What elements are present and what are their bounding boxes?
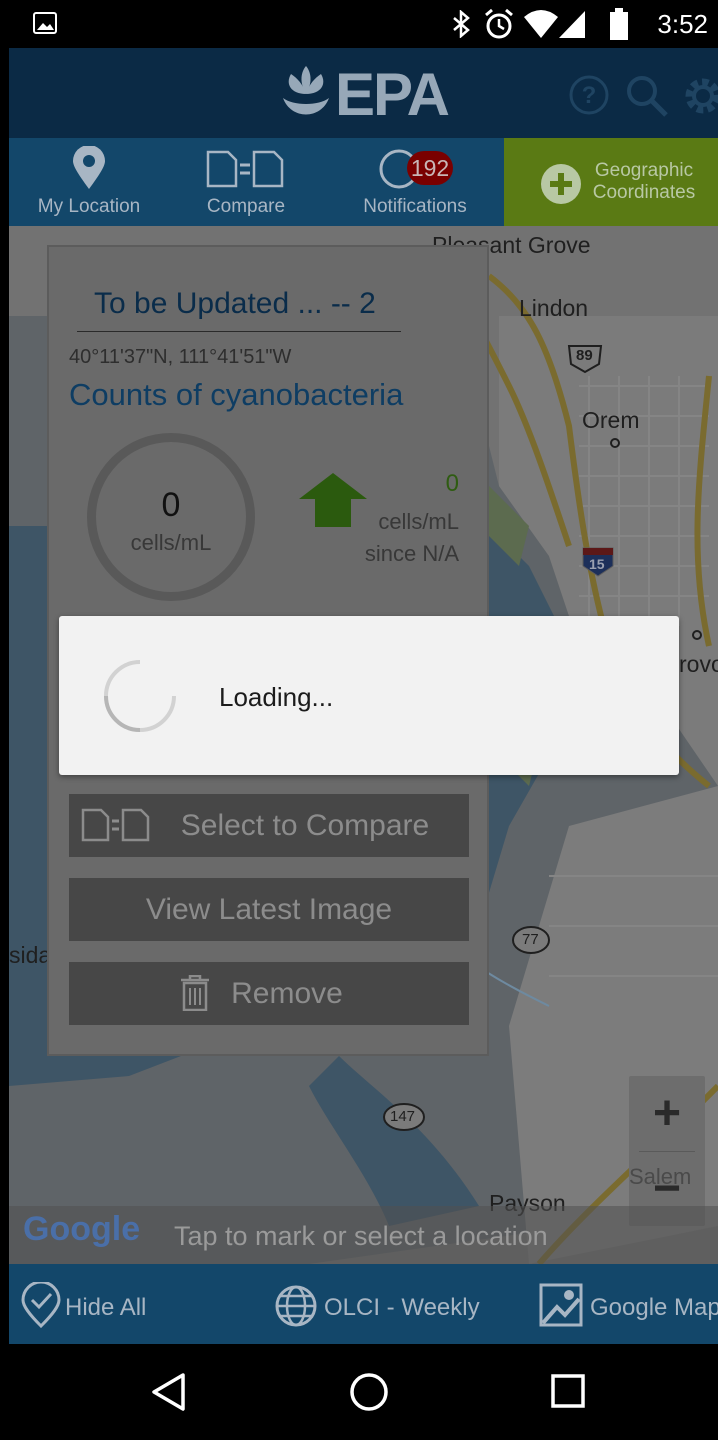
recents-icon[interactable] bbox=[551, 1374, 587, 1410]
tab-my-location[interactable]: My Location bbox=[24, 138, 154, 226]
shield-label-147: 147 bbox=[390, 1108, 416, 1125]
status-bar: 3:52 bbox=[9, 0, 718, 48]
loading-spinner-icon bbox=[104, 659, 177, 732]
map-label-salem: Salem bbox=[629, 1164, 692, 1189]
app-header: EPA ? bbox=[9, 48, 718, 138]
svg-text:?: ? bbox=[582, 82, 597, 109]
layer-label: OLCI - Weekly bbox=[324, 1294, 480, 1321]
back-icon[interactable] bbox=[150, 1372, 186, 1412]
view-latest-image-button[interactable]: View Latest Image bbox=[69, 878, 469, 941]
app-screen: 3:52 EPA ? My Location Compare 192 Notif… bbox=[9, 0, 718, 1440]
notification-badge: 192 bbox=[407, 151, 453, 185]
map-hint-text: Tap to mark or select a location bbox=[174, 1221, 548, 1251]
alarm-icon bbox=[485, 8, 513, 39]
zoom-controls: + − Salem bbox=[629, 1076, 705, 1226]
google-logo: Google bbox=[23, 1210, 141, 1248]
change-unit: cells/mL bbox=[378, 509, 459, 534]
compare-icon bbox=[206, 150, 284, 188]
location-title: To be Updated ... -- 2 bbox=[94, 287, 376, 320]
remove-button[interactable]: Remove bbox=[69, 962, 469, 1025]
shield-label-77: 77 bbox=[522, 931, 539, 948]
tab-compare[interactable]: Compare bbox=[191, 138, 301, 226]
system-nav-bar bbox=[9, 1344, 718, 1440]
tab-bar: My Location Compare 192 Notifications Ge… bbox=[9, 138, 718, 226]
epa-logo: EPA bbox=[277, 61, 467, 128]
compare-icon bbox=[81, 808, 150, 842]
help-icon[interactable]: ? bbox=[569, 75, 609, 115]
location-pin-icon bbox=[73, 146, 105, 189]
check-pin-icon bbox=[21, 1282, 61, 1328]
count-value: 0 bbox=[161, 486, 181, 524]
plus-circle-icon bbox=[541, 164, 581, 204]
button-label: View Latest Image bbox=[145, 893, 393, 926]
hide-all-button[interactable]: Hide All bbox=[19, 1280, 169, 1330]
map-hint-bar: Google Tap to mark or select a location bbox=[9, 1206, 718, 1264]
wifi-icon bbox=[524, 10, 558, 38]
search-icon[interactable] bbox=[626, 75, 668, 117]
trend-up-arrow-icon bbox=[299, 473, 367, 527]
map-label-orem: Orem bbox=[582, 407, 640, 433]
tab-notifications[interactable]: 192 Notifications bbox=[350, 138, 480, 226]
home-icon[interactable] bbox=[349, 1372, 389, 1412]
map-label-lakeside: sida bbox=[9, 942, 52, 968]
change-value: 0 bbox=[445, 470, 459, 497]
button-label: Remove bbox=[231, 977, 343, 1010]
loading-dialog: Loading... bbox=[59, 616, 679, 775]
map-image-icon bbox=[539, 1283, 583, 1327]
map-type-label: Google Map bbox=[590, 1294, 718, 1321]
map-type-button[interactable]: Google Map bbox=[539, 1280, 718, 1330]
bluetooth-icon bbox=[453, 10, 470, 38]
tab-geographic-coordinates[interactable]: Geographic Coordinates bbox=[504, 138, 718, 226]
globe-icon bbox=[275, 1285, 317, 1327]
logo-text: EPA bbox=[335, 61, 450, 128]
shield-label-15: 15 bbox=[589, 556, 605, 572]
map-label-lindon: Lindon bbox=[519, 295, 589, 321]
image-icon bbox=[33, 12, 57, 34]
settings-icon[interactable] bbox=[681, 74, 718, 118]
location-coordinates: 40°11'37"N, 111°41'51"W bbox=[69, 346, 292, 368]
clock: 3:52 bbox=[657, 9, 708, 39]
change-since: since N/A bbox=[364, 541, 459, 566]
tab-label: Notifications bbox=[363, 196, 467, 217]
trash-icon bbox=[181, 975, 209, 1011]
count-unit: cells/mL bbox=[130, 530, 212, 555]
select-to-compare-button[interactable]: Select to Compare bbox=[69, 794, 469, 857]
tab-label: Compare bbox=[206, 196, 286, 217]
tab-label: Geographic Coordinates bbox=[592, 160, 696, 203]
map-label-provo: rovo bbox=[679, 651, 718, 677]
tab-label: My Location bbox=[37, 196, 141, 217]
hide-all-label: Hide All bbox=[65, 1294, 147, 1321]
shield-label-89: 89 bbox=[576, 347, 593, 364]
zoom-in-button[interactable]: + bbox=[629, 1076, 705, 1151]
measurement-heading: Counts of cyanobacteria bbox=[69, 377, 404, 412]
epa-flower-icon bbox=[283, 66, 329, 115]
bottom-toolbar: Hide All OLCI - Weekly Google Map bbox=[9, 1264, 718, 1344]
layer-selector-button[interactable]: OLCI - Weekly bbox=[274, 1280, 484, 1330]
signal-icon bbox=[559, 11, 585, 38]
loading-message: Loading... bbox=[219, 682, 334, 712]
location-title-field[interactable]: To be Updated ... -- 2 bbox=[77, 285, 401, 332]
button-label: Select to Compare bbox=[180, 809, 430, 842]
count-gauge: 0 cells/mL bbox=[87, 433, 255, 601]
battery-icon bbox=[610, 8, 628, 40]
